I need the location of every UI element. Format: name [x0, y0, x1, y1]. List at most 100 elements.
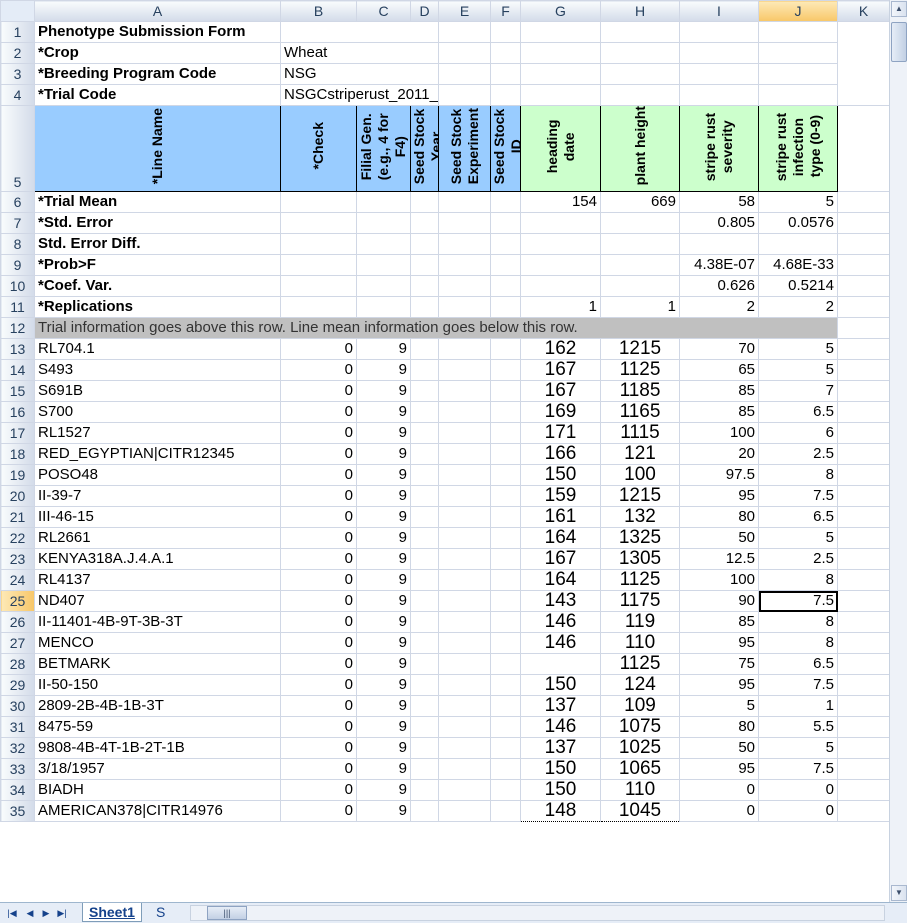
empty-cell[interactable] [356, 275, 411, 298]
column-header-g[interactable]: G [520, 0, 601, 22]
active-cell[interactable]: 7.5 [758, 590, 838, 613]
line-name-cell[interactable]: 8475-59 [34, 716, 281, 739]
infection-cell[interactable]: 2.5 [758, 443, 838, 466]
empty-cell[interactable] [837, 464, 889, 487]
line-name-cell[interactable]: MENCO [34, 632, 281, 655]
empty-cell[interactable] [600, 63, 680, 85]
heading-date-cell[interactable]: 167 [520, 548, 601, 571]
empty-cell[interactable] [438, 422, 491, 445]
vertical-scrollbar[interactable]: ▲ ▼ [889, 0, 907, 902]
filial-cell[interactable]: 9 [356, 737, 411, 760]
check-cell[interactable]: 0 [280, 653, 357, 676]
empty-cell[interactable] [438, 485, 491, 508]
empty-cell[interactable] [356, 296, 411, 319]
info-value-cell[interactable]: NSG [280, 63, 439, 85]
filial-cell[interactable]: 9 [356, 695, 411, 718]
row-header[interactable]: 29 [0, 674, 35, 697]
heading-date-header[interactable]: heading date [520, 104, 601, 193]
empty-cell[interactable] [837, 695, 889, 718]
empty-cell[interactable] [490, 254, 521, 277]
empty-cell[interactable] [837, 191, 889, 214]
empty-cell[interactable] [410, 254, 439, 277]
scroll-down-icon[interactable]: ▼ [891, 885, 907, 901]
line-name-cell[interactable]: 2809-2B-4B-1B-3T [34, 695, 281, 718]
stat-value-cell-g[interactable]: 154 [520, 191, 601, 214]
heading-date-cell[interactable]: 146 [520, 611, 601, 634]
infection-cell[interactable]: 5 [758, 737, 838, 760]
check-cell[interactable]: 0 [280, 695, 357, 718]
empty-cell[interactable] [410, 674, 439, 697]
severity-cell[interactable]: 85 [679, 380, 759, 403]
line-name-cell[interactable]: 9808-4B-4T-1B-2T-1B [34, 737, 281, 760]
filial-cell[interactable]: 9 [356, 590, 411, 613]
line-name-header[interactable]: *Line Name [34, 104, 281, 193]
empty-cell[interactable] [438, 275, 491, 298]
plant-height-cell[interactable]: 1045 [600, 800, 680, 823]
filial-cell[interactable]: 9 [356, 527, 411, 550]
plant-height-cell[interactable]: 121 [600, 443, 680, 466]
plant-height-cell[interactable]: 1125 [600, 359, 680, 382]
row-header[interactable]: 14 [0, 359, 35, 382]
empty-cell[interactable] [490, 275, 521, 298]
stat-value-cell-h[interactable] [600, 275, 680, 298]
empty-cell[interactable] [438, 674, 491, 697]
empty-cell[interactable] [679, 84, 759, 106]
severity-cell[interactable]: 70 [679, 338, 759, 361]
check-cell[interactable]: 0 [280, 380, 357, 403]
infection-cell[interactable]: 0 [758, 800, 838, 823]
column-header-h[interactable]: H [600, 0, 680, 22]
line-name-cell[interactable]: ND407 [34, 590, 281, 613]
line-name-cell[interactable]: III-46-15 [34, 506, 281, 529]
row-header[interactable]: 32 [0, 737, 35, 760]
severity-cell[interactable]: 95 [679, 485, 759, 508]
check-cell[interactable]: 0 [280, 506, 357, 529]
empty-cell[interactable] [410, 485, 439, 508]
empty-cell[interactable] [410, 737, 439, 760]
row-header[interactable]: 11 [0, 296, 35, 319]
empty-cell[interactable] [410, 695, 439, 718]
severity-cell[interactable]: 12.5 [679, 548, 759, 571]
check-header[interactable]: *Check [280, 104, 357, 193]
stat-value-cell-j[interactable]: 0.0576 [758, 212, 838, 235]
plant-height-cell[interactable]: 1065 [600, 758, 680, 781]
empty-cell[interactable] [837, 779, 889, 802]
plant-height-cell[interactable]: 1165 [600, 401, 680, 424]
check-cell[interactable]: 0 [280, 737, 357, 760]
empty-cell[interactable] [438, 779, 491, 802]
empty-cell[interactable] [438, 233, 491, 256]
heading-date-cell[interactable]: 146 [520, 632, 601, 655]
empty-cell[interactable] [490, 464, 521, 487]
horizontal-scrollbar[interactable]: ||| [190, 905, 885, 921]
row-header[interactable]: 23 [0, 548, 35, 571]
stat-value-cell-g[interactable] [520, 275, 601, 298]
row-header[interactable]: 12 [0, 317, 35, 340]
empty-cell[interactable] [438, 254, 491, 277]
empty-cell[interactable] [410, 527, 439, 550]
plant-height-cell[interactable]: 1325 [600, 527, 680, 550]
check-cell[interactable]: 0 [280, 401, 357, 424]
check-cell[interactable]: 0 [280, 590, 357, 613]
row-header[interactable]: 3 [0, 63, 35, 85]
empty-cell[interactable] [837, 380, 889, 403]
empty-cell[interactable] [490, 296, 521, 319]
filial-cell[interactable]: 9 [356, 716, 411, 739]
empty-cell[interactable] [490, 548, 521, 571]
severity-cell[interactable]: 85 [679, 611, 759, 634]
empty-cell[interactable] [600, 42, 680, 64]
filial-cell[interactable]: 9 [356, 569, 411, 592]
empty-cell[interactable] [490, 632, 521, 655]
severity-cell[interactable]: 0 [679, 779, 759, 802]
empty-cell[interactable] [438, 695, 491, 718]
empty-cell[interactable] [837, 485, 889, 508]
info-value-cell[interactable]: Wheat [280, 42, 439, 64]
info-value-cell[interactable] [280, 21, 439, 43]
empty-cell[interactable] [837, 632, 889, 655]
scroll-up-icon[interactable]: ▲ [891, 1, 907, 17]
row-header[interactable]: 31 [0, 716, 35, 739]
empty-cell[interactable] [490, 338, 521, 361]
empty-cell[interactable] [410, 506, 439, 529]
empty-cell[interactable] [410, 632, 439, 655]
infection-cell[interactable]: 7.5 [758, 674, 838, 697]
empty-cell[interactable] [490, 695, 521, 718]
empty-cell[interactable] [280, 233, 357, 256]
